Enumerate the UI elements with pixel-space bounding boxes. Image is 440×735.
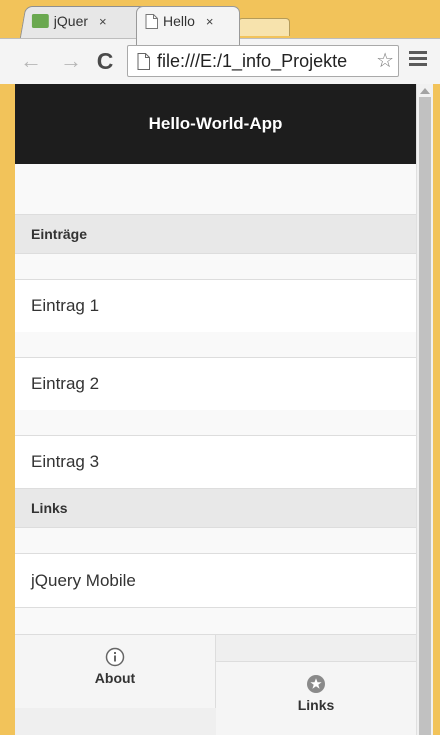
reload-icon[interactable]: C bbox=[92, 47, 118, 75]
info-icon bbox=[105, 647, 125, 667]
bookmark-star-icon[interactable]: ☆ bbox=[376, 50, 394, 72]
tab-hello[interactable]: Hello × bbox=[136, 6, 240, 45]
footer-tab-links[interactable]: Links bbox=[216, 661, 416, 735]
scroll-up-arrow-icon[interactable] bbox=[420, 88, 430, 94]
list-item-label: Eintrag 2 bbox=[31, 374, 100, 393]
footer-tab-about[interactable]: About bbox=[15, 635, 216, 708]
list-item[interactable]: Eintrag 2 bbox=[15, 357, 416, 410]
footer-tab-label: About bbox=[94, 670, 136, 686]
footer-tab-label: Links bbox=[297, 697, 335, 713]
list-item-label: Eintrag 1 bbox=[31, 296, 100, 315]
footer-navbar: About Links bbox=[15, 634, 416, 735]
list-item-label: jQuery Mobile bbox=[31, 570, 136, 590]
tab-title: jQuer bbox=[53, 13, 89, 29]
new-tab-button[interactable] bbox=[238, 18, 290, 36]
address-text[interactable]: file:///E:/1_info_Projekte bbox=[157, 51, 373, 72]
browser-window: jQuer × Hello × ← → C file:///E:/1_info_… bbox=[0, 0, 440, 735]
page-viewport: Hello-World-App Einträge Eintrag 1 Eintr… bbox=[15, 84, 416, 735]
divider-label: Links bbox=[31, 500, 68, 516]
page-icon bbox=[137, 52, 150, 70]
address-bar[interactable]: file:///E:/1_info_Projekte ☆ bbox=[127, 45, 399, 77]
tab-title: Hello bbox=[163, 13, 195, 29]
back-arrow-icon[interactable]: ← bbox=[18, 47, 44, 75]
list-item[interactable]: Eintrag 1 bbox=[15, 279, 416, 332]
jquery-favicon-icon bbox=[31, 14, 49, 28]
vertical-scrollbar[interactable] bbox=[416, 84, 433, 735]
list-divider-links: Links bbox=[15, 488, 416, 528]
tab-close-icon[interactable]: × bbox=[99, 14, 107, 29]
list-divider-eintraege: Einträge bbox=[15, 214, 416, 254]
divider-label: Einträge bbox=[31, 226, 88, 242]
forward-arrow-icon[interactable]: → bbox=[58, 47, 84, 75]
tab-close-icon[interactable]: × bbox=[206, 14, 214, 29]
page-title: Hello-World-App bbox=[148, 114, 283, 133]
hamburger-menu-icon[interactable] bbox=[409, 51, 427, 67]
scroll-thumb[interactable] bbox=[419, 97, 431, 735]
page-favicon-icon bbox=[145, 13, 158, 29]
app-header: Hello-World-App bbox=[15, 84, 416, 164]
star-icon bbox=[307, 675, 325, 693]
list-item[interactable]: Eintrag 3 bbox=[15, 435, 416, 488]
list-item-label: Eintrag 3 bbox=[31, 452, 100, 471]
list-item[interactable]: jQuery Mobile bbox=[15, 553, 416, 608]
window-frame bbox=[433, 84, 440, 735]
